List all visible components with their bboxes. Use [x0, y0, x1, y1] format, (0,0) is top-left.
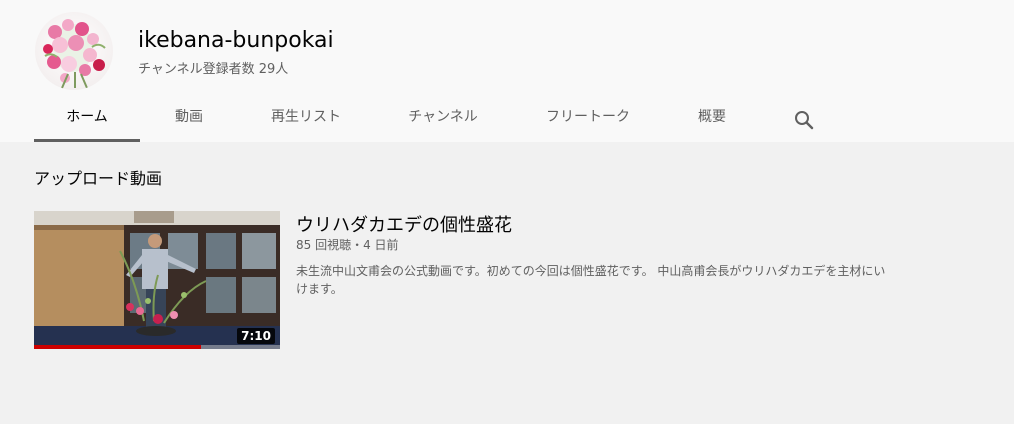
channel-avatar[interactable] — [35, 12, 113, 90]
watch-progress-bar — [34, 345, 202, 349]
video-description: 未生流中山文甫会の公式動画です。初めての今回は個性盛花です。 中山高甫会長がウリ… — [296, 264, 886, 296]
tab-home[interactable]: ホーム — [34, 96, 140, 142]
search-icon — [795, 111, 814, 130]
video-title[interactable]: ウリハダカエデの個性盛花 — [296, 211, 512, 237]
channel-header: ikebana-bunpokai チャンネル登録者数 29人 ホーム 動画 再生… — [0, 0, 1014, 142]
uploads-section-title[interactable]: アップロード動画 — [34, 165, 162, 189]
watch-progress-track — [34, 345, 280, 349]
channel-name: ikebana-bunpokai — [138, 28, 334, 53]
channel-search-button[interactable] — [792, 108, 816, 132]
tab-playlists[interactable]: 再生リスト — [238, 96, 374, 142]
video-duration: 7:10 — [237, 328, 275, 344]
subscriber-count: チャンネル登録者数 29人 — [138, 62, 289, 77]
tab-channels[interactable]: チャンネル — [374, 96, 512, 142]
tab-videos[interactable]: 動画 — [140, 96, 238, 142]
channel-tabs: ホーム 動画 再生リスト チャンネル フリートーク 概要 — [0, 96, 1014, 142]
flower-arrangement-image — [43, 19, 106, 89]
video-thumbnail[interactable]: 7:10 — [34, 211, 280, 349]
video-metadata: 85 回視聴・4 日前 — [296, 238, 399, 252]
tab-about[interactable]: 概要 — [664, 96, 760, 142]
tab-discussion[interactable]: フリートーク — [512, 96, 664, 142]
